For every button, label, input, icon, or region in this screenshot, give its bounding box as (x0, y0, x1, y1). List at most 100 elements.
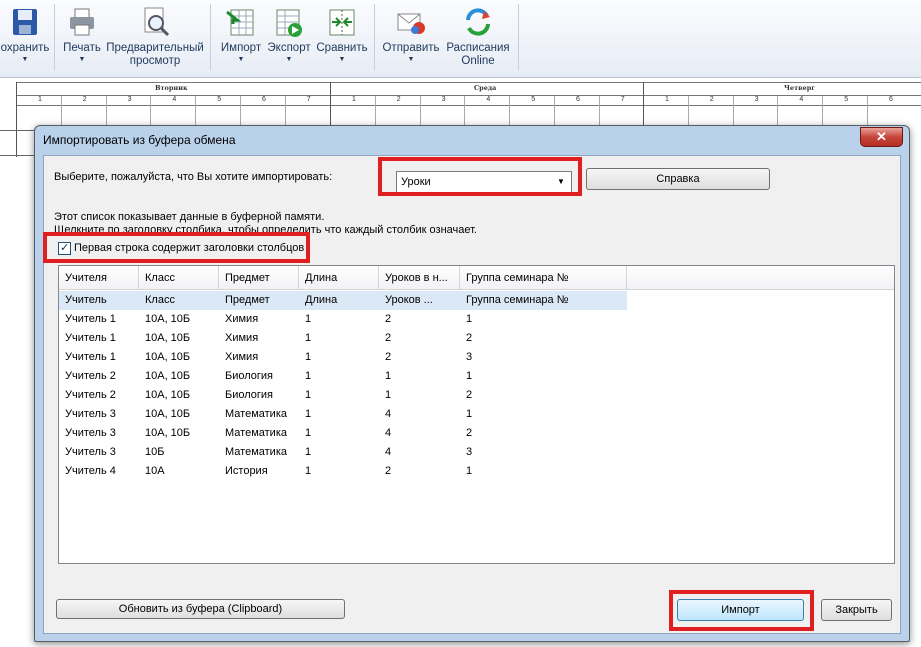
dropdown-arrow-icon: ▼ (338, 56, 346, 63)
print-preview-button[interactable]: Предварительный просмотр (104, 4, 206, 74)
period-number: 6 (262, 96, 266, 103)
table-row[interactable]: Учитель 1 10А, 10Б Химия 1 2 2 (59, 329, 627, 348)
column-header-class[interactable]: Класс (139, 266, 219, 290)
close-button[interactable]: Закрыть (821, 599, 892, 621)
column-header-subject[interactable]: Предмет (219, 266, 299, 290)
table-cell: Химия (225, 351, 259, 363)
table-cell: Учитель 2 (65, 389, 116, 401)
day-divider (16, 82, 17, 157)
table-cell: 10Б (145, 446, 165, 458)
online-timetable-button[interactable]: Расписания Online (442, 4, 514, 74)
period-number: 1 (665, 96, 669, 103)
import-ribbon-button[interactable]: Импорт ▼ (216, 4, 266, 74)
table-cell: 10А, 10Б (145, 332, 191, 344)
period-number: 3 (754, 96, 759, 103)
sync-arrows-icon (462, 6, 494, 38)
export-button[interactable]: Экспорт ▼ (264, 4, 314, 74)
table-cell: 1 (466, 370, 473, 382)
close-icon[interactable]: ✕ (860, 127, 903, 147)
period-number: 4 (486, 96, 491, 103)
ribbon-separator (54, 4, 55, 70)
table-cell: Биология (225, 370, 274, 382)
table-cell: 10А, 10Б (145, 408, 191, 420)
highlight-header-checkbox (43, 232, 310, 263)
ribbon-separator (518, 4, 519, 70)
save-button[interactable]: охранить ▼ (0, 4, 50, 74)
table-row[interactable]: Учитель 3 10Б Математика 1 4 3 (59, 443, 627, 462)
table-cell: 4 (385, 408, 392, 420)
day-label-thursday: Четверг (784, 84, 816, 92)
table-cell: 2 (466, 427, 473, 439)
table-cell: 1 (305, 313, 312, 325)
export-label: Экспорт (267, 42, 311, 54)
table-cell: Химия (225, 332, 259, 344)
table-cell: Уроков ... (385, 294, 433, 306)
dialog-title: Импортировать из буфера обмена (43, 133, 236, 147)
ribbon-separator (210, 4, 211, 70)
table-row[interactable]: Учитель 2 10А, 10Б Биология 1 1 1 (59, 367, 627, 386)
table-cell: 4 (385, 427, 392, 439)
day-label-wednesday: Среда (474, 84, 497, 92)
print-button[interactable]: Печать ▼ (60, 4, 104, 74)
column-header-length[interactable]: Длина (299, 266, 379, 290)
table-cell: Учитель (65, 294, 107, 306)
import-clipboard-dialog: Импортировать из буфера обмена ✕ Выберит… (34, 125, 910, 642)
table-cell: 1 (466, 465, 473, 477)
table-row[interactable]: Учитель 1 10А, 10Б Химия 1 2 3 (59, 348, 627, 367)
table-row[interactable]: Учитель 4 10А История 1 2 1 (59, 462, 627, 481)
column-header-seminar-group[interactable]: Группа семинара № (460, 266, 627, 290)
table-cell: Математика (225, 446, 287, 458)
ribbon-separator (374, 4, 375, 70)
printer-icon (66, 6, 98, 38)
period-number: 3 (127, 96, 132, 103)
highlight-import-type (378, 157, 582, 196)
table-cell: 4 (385, 446, 392, 458)
table-cell: Группа семинара № (466, 294, 569, 306)
table-cell: 10А, 10Б (145, 370, 191, 382)
highlight-import-button (669, 590, 814, 631)
dropdown-arrow-icon: ▼ (407, 56, 415, 63)
send-mail-icon (395, 6, 427, 38)
table-cell: 2 (385, 332, 392, 344)
send-label: Отправить (382, 42, 440, 54)
table-cell: 10А, 10Б (145, 389, 191, 401)
dropdown-arrow-icon: ▼ (78, 56, 86, 63)
compare-icon (326, 6, 358, 38)
table-cell: 10А (145, 465, 165, 477)
table-row[interactable]: Учитель 2 10А, 10Б Биология 1 1 2 (59, 386, 627, 405)
ribbon-toolbar: охранить ▼ Печать ▼ Предварительный прос… (0, 0, 921, 78)
compare-button[interactable]: Сравнить ▼ (314, 4, 370, 74)
table-cell: 2 (466, 389, 473, 401)
table-cell: 1 (305, 332, 312, 344)
table-cell: Предмет (225, 294, 270, 306)
column-header-teachers[interactable]: Учителя (59, 266, 139, 290)
compare-label: Сравнить (316, 42, 368, 54)
table-cell: 1 (305, 465, 312, 477)
table-cell: 1 (466, 408, 473, 420)
table-cell: Длина (305, 294, 338, 306)
clipboard-data-table[interactable]: Учителя Класс Предмет Длина Уроков в н..… (58, 265, 895, 564)
table-cell: 3 (466, 446, 473, 458)
period-number: 3 (441, 96, 446, 103)
table-row[interactable]: Учитель 3 10А, 10Б Математика 1 4 1 (59, 405, 627, 424)
table-row[interactable]: Учитель 3 10А, 10Б Математика 1 4 2 (59, 424, 627, 443)
table-cell: Учитель 1 (65, 351, 116, 363)
import-sheet-icon (225, 6, 257, 38)
period-number: 5 (531, 96, 536, 103)
period-number: 7 (620, 96, 625, 103)
column-header-lessons-per-week[interactable]: Уроков в н... (379, 266, 460, 290)
table-cell: 1 (305, 370, 312, 382)
table-cell: 1 (305, 408, 312, 420)
preview-label-1: Предварительный (106, 42, 204, 54)
dropdown-arrow-icon: ▼ (21, 56, 29, 63)
save-label: охранить (0, 42, 50, 54)
table-cell: 2 (385, 351, 392, 363)
magnifier-icon (139, 6, 171, 38)
refresh-from-clipboard-button[interactable]: Обновить из буфера (Clipboard) (56, 599, 345, 619)
table-row[interactable]: Учитель Класс Предмет Длина Уроков ... Группа… (59, 291, 627, 310)
period-number: 7 (306, 96, 311, 103)
help-button[interactable]: Справка (586, 168, 770, 190)
table-row[interactable]: Учитель 1 10А, 10Б Химия 1 2 1 (59, 310, 627, 329)
send-button[interactable]: Отправить ▼ (380, 4, 442, 74)
export-sheet-icon (273, 6, 305, 38)
